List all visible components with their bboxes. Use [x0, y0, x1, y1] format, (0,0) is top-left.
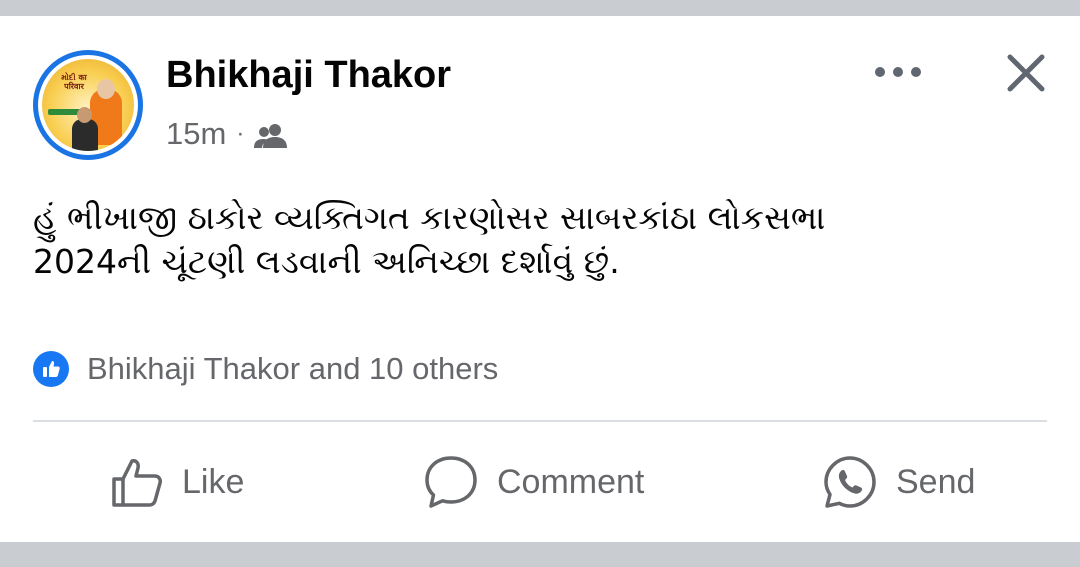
post-time[interactable]: 15m [166, 116, 226, 152]
thumbs-up-icon [112, 459, 162, 507]
avatar[interactable]: મોદી का परिवार [33, 50, 143, 160]
avatar-caption: મોદી का परिवार [61, 73, 87, 91]
post-body: હું ભીખાજી ઠાકોર વ્યક્તિગત કારણોસર સાબરક… [33, 196, 1043, 284]
close-icon [1007, 54, 1045, 92]
avatar-figure-head [97, 79, 115, 99]
send-label: Send [896, 462, 976, 501]
comment-button[interactable]: Comment [423, 446, 644, 518]
comment-label: Comment [497, 462, 645, 501]
friends-icon[interactable] [254, 121, 288, 148]
action-bar: Like Comment Send [0, 446, 1080, 518]
send-button[interactable]: Send [822, 446, 975, 518]
meta-separator: · [236, 120, 245, 147]
post-meta: 15m · [166, 116, 288, 152]
author-name[interactable]: Bhikhaji Thakor [166, 54, 451, 97]
post-card: મોદી का परिवार Bhikhaji Thakor 15m · હું… [0, 16, 1080, 542]
avatar-figure-2 [72, 119, 98, 151]
avatar-image: મોદી का परिवार [42, 59, 134, 151]
divider [33, 420, 1047, 422]
post-text-line-2: 2024ની ચૂંટણી લડવાની અનિચ્છા દર્શાવું છુ… [33, 242, 620, 281]
avatar-figure-2-head [77, 107, 92, 123]
more-icon [875, 67, 921, 77]
whatsapp-icon [824, 456, 876, 508]
like-label: Like [182, 462, 245, 501]
reactions-summary[interactable]: Bhikhaji Thakor and 10 others [33, 349, 498, 389]
more-options-button[interactable] [868, 54, 928, 90]
post-text-line-1: હું ભીખાજી ઠાકોર વ્યક્તિગત કારણોસર સાબરક… [33, 198, 826, 237]
like-reaction-icon [33, 351, 69, 387]
reactions-text: Bhikhaji Thakor and 10 others [87, 351, 499, 386]
comment-icon [425, 456, 477, 508]
like-button[interactable]: Like [110, 446, 244, 518]
close-button[interactable] [1002, 49, 1050, 97]
